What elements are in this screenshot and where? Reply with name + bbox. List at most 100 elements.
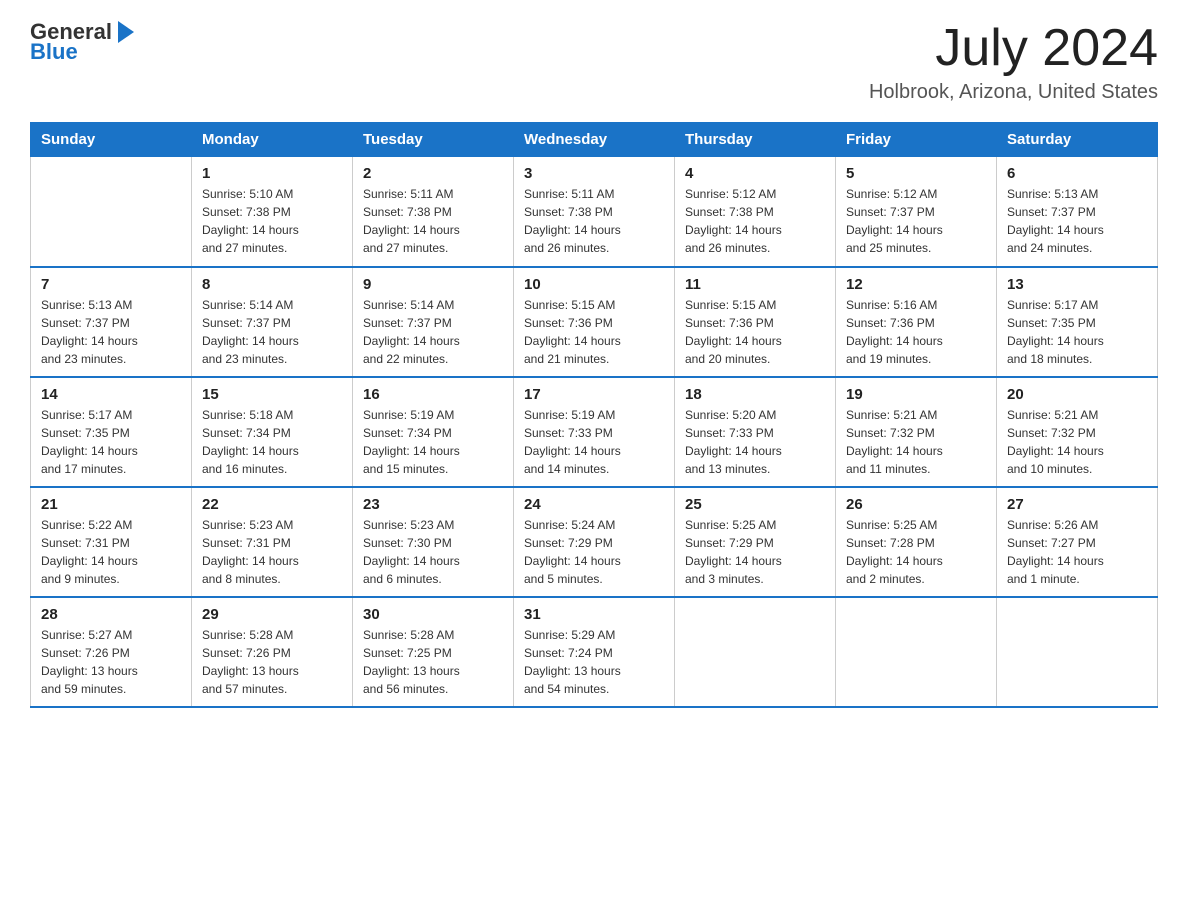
day-info: Sunrise: 5:21 AM Sunset: 7:32 PM Dayligh… <box>846 406 986 478</box>
day-info: Sunrise: 5:12 AM Sunset: 7:38 PM Dayligh… <box>685 185 825 257</box>
calendar-cell: 22Sunrise: 5:23 AM Sunset: 7:31 PM Dayli… <box>192 487 353 597</box>
calendar-cell: 12 Sunrise: 5:16 AM Sunset: 7:36 PM Dayli… <box>836 267 997 377</box>
calendar-cell: 9 Sunrise: 5:14 AM Sunset: 7:37 PM Daylig… <box>353 267 514 377</box>
day-info: Sunrise: 5:26 AM Sunset: 7:27 PM Dayligh… <box>1007 516 1147 588</box>
day-number: 29 <box>202 606 342 623</box>
calendar-cell: 23 Sunrise: 5:23 AM Sunset: 7:30 PM Dayli… <box>353 487 514 597</box>
calendar-cell: 2Sunrise: 5:11 AM Sunset: 7:38 PM Daylig… <box>353 157 514 267</box>
day-number: 12 <box>846 276 986 293</box>
calendar-cell: 17 Sunrise: 5:19 AM Sunset: 7:33 PM Dayli… <box>514 377 675 487</box>
day-number: 6 <box>1007 165 1147 182</box>
calendar-cell: 11Sunrise: 5:15 AM Sunset: 7:36 PM Dayli… <box>675 267 836 377</box>
day-number: 26 <box>846 496 986 513</box>
calendar-cell: 18 Sunrise: 5:20 AM Sunset: 7:33 PM Dayli… <box>675 377 836 487</box>
day-info: Sunrise: 5:11 AM Sunset: 7:38 PM Dayligh… <box>524 185 664 257</box>
day-number: 18 <box>685 386 825 403</box>
calendar-cell: 28 Sunrise: 5:27 AM Sunset: 7:26 PM Dayli… <box>31 597 192 707</box>
day-info: Sunrise: 5:19 AM Sunset: 7:33 PM Dayligh… <box>524 406 664 478</box>
day-number: 21 <box>41 496 181 513</box>
day-info: Sunrise: 5:15 AM Sunset: 7:36 PM Dayligh… <box>685 296 825 368</box>
header-sunday: Sunday <box>31 123 192 157</box>
day-info: Sunrise: 5:19 AM Sunset: 7:34 PM Dayligh… <box>363 406 503 478</box>
calendar-cell: 27 Sunrise: 5:26 AM Sunset: 7:27 PM Dayli… <box>997 487 1158 597</box>
calendar-cell: 6 Sunrise: 5:13 AM Sunset: 7:37 PM Daylig… <box>997 157 1158 267</box>
header-tuesday: Tuesday <box>353 123 514 157</box>
day-number: 4 <box>685 165 825 182</box>
calendar-cell: 25Sunrise: 5:25 AM Sunset: 7:29 PM Dayli… <box>675 487 836 597</box>
calendar-cell: 15Sunrise: 5:18 AM Sunset: 7:34 PM Dayli… <box>192 377 353 487</box>
day-info: Sunrise: 5:23 AM Sunset: 7:30 PM Dayligh… <box>363 516 503 588</box>
day-number: 13 <box>1007 276 1147 293</box>
day-number: 5 <box>846 165 986 182</box>
calendar-cell: 30 Sunrise: 5:28 AM Sunset: 7:25 PM Dayli… <box>353 597 514 707</box>
calendar-cell: 19 Sunrise: 5:21 AM Sunset: 7:32 PM Dayli… <box>836 377 997 487</box>
day-number: 23 <box>363 496 503 513</box>
calendar-week-row: 14 Sunrise: 5:17 AM Sunset: 7:35 PM Dayli… <box>31 377 1158 487</box>
day-info: Sunrise: 5:10 AM Sunset: 7:38 PM Dayligh… <box>202 185 342 257</box>
calendar-cell: 3 Sunrise: 5:11 AM Sunset: 7:38 PM Daylig… <box>514 157 675 267</box>
day-info: Sunrise: 5:20 AM Sunset: 7:33 PM Dayligh… <box>685 406 825 478</box>
calendar-cell: 13 Sunrise: 5:17 AM Sunset: 7:35 PM Dayli… <box>997 267 1158 377</box>
day-info: Sunrise: 5:25 AM Sunset: 7:28 PM Dayligh… <box>846 516 986 588</box>
day-number: 17 <box>524 386 664 403</box>
day-number: 30 <box>363 606 503 623</box>
calendar-week-row: 1Sunrise: 5:10 AM Sunset: 7:38 PM Daylig… <box>31 157 1158 267</box>
calendar-cell: 8 Sunrise: 5:14 AM Sunset: 7:37 PM Daylig… <box>192 267 353 377</box>
day-info: Sunrise: 5:14 AM Sunset: 7:37 PM Dayligh… <box>202 296 342 368</box>
day-info: Sunrise: 5:16 AM Sunset: 7:36 PM Dayligh… <box>846 296 986 368</box>
header-monday: Monday <box>192 123 353 157</box>
day-info: Sunrise: 5:22 AM Sunset: 7:31 PM Dayligh… <box>41 516 181 588</box>
day-number: 3 <box>524 165 664 182</box>
calendar-cell: 20Sunrise: 5:21 AM Sunset: 7:32 PM Dayli… <box>997 377 1158 487</box>
day-info: Sunrise: 5:17 AM Sunset: 7:35 PM Dayligh… <box>41 406 181 478</box>
calendar-cell <box>997 597 1158 707</box>
day-info: Sunrise: 5:28 AM Sunset: 7:25 PM Dayligh… <box>363 626 503 698</box>
calendar-cell <box>836 597 997 707</box>
day-number: 14 <box>41 386 181 403</box>
day-number: 27 <box>1007 496 1147 513</box>
calendar-cell: 21 Sunrise: 5:22 AM Sunset: 7:31 PM Dayli… <box>31 487 192 597</box>
day-number: 9 <box>363 276 503 293</box>
calendar-cell: 7 Sunrise: 5:13 AM Sunset: 7:37 PM Daylig… <box>31 267 192 377</box>
day-number: 15 <box>202 386 342 403</box>
day-info: Sunrise: 5:27 AM Sunset: 7:26 PM Dayligh… <box>41 626 181 698</box>
calendar-cell: 14 Sunrise: 5:17 AM Sunset: 7:35 PM Dayli… <box>31 377 192 487</box>
calendar-cell: 31Sunrise: 5:29 AM Sunset: 7:24 PM Dayli… <box>514 597 675 707</box>
calendar-week-row: 7 Sunrise: 5:13 AM Sunset: 7:37 PM Daylig… <box>31 267 1158 377</box>
day-info: Sunrise: 5:28 AM Sunset: 7:26 PM Dayligh… <box>202 626 342 698</box>
day-info: Sunrise: 5:29 AM Sunset: 7:24 PM Dayligh… <box>524 626 664 698</box>
calendar-table: SundayMondayTuesdayWednesdayThursdayFrid… <box>30 122 1158 708</box>
calendar-cell: 16 Sunrise: 5:19 AM Sunset: 7:34 PM Dayli… <box>353 377 514 487</box>
calendar-week-row: 28 Sunrise: 5:27 AM Sunset: 7:26 PM Dayli… <box>31 597 1158 707</box>
calendar-cell: 1Sunrise: 5:10 AM Sunset: 7:38 PM Daylig… <box>192 157 353 267</box>
day-info: Sunrise: 5:13 AM Sunset: 7:37 PM Dayligh… <box>1007 185 1147 257</box>
day-info: Sunrise: 5:13 AM Sunset: 7:37 PM Dayligh… <box>41 296 181 368</box>
day-number: 20 <box>1007 386 1147 403</box>
header-thursday: Thursday <box>675 123 836 157</box>
calendar-cell: 26 Sunrise: 5:25 AM Sunset: 7:28 PM Dayli… <box>836 487 997 597</box>
day-number: 22 <box>202 496 342 513</box>
header-friday: Friday <box>836 123 997 157</box>
day-info: Sunrise: 5:25 AM Sunset: 7:29 PM Dayligh… <box>685 516 825 588</box>
day-number: 10 <box>524 276 664 293</box>
day-number: 19 <box>846 386 986 403</box>
day-number: 24 <box>524 496 664 513</box>
day-info: Sunrise: 5:24 AM Sunset: 7:29 PM Dayligh… <box>524 516 664 588</box>
day-number: 7 <box>41 276 181 293</box>
header-wednesday: Wednesday <box>514 123 675 157</box>
day-info: Sunrise: 5:12 AM Sunset: 7:37 PM Dayligh… <box>846 185 986 257</box>
calendar-cell <box>675 597 836 707</box>
calendar-cell: 10 Sunrise: 5:15 AM Sunset: 7:36 PM Dayli… <box>514 267 675 377</box>
day-info: Sunrise: 5:17 AM Sunset: 7:35 PM Dayligh… <box>1007 296 1147 368</box>
title-block: July 2024 Holbrook, Arizona, United Stat… <box>869 20 1158 104</box>
day-number: 2 <box>363 165 503 182</box>
header-saturday: Saturday <box>997 123 1158 157</box>
logo-text-blue: Blue <box>30 40 78 64</box>
day-info: Sunrise: 5:14 AM Sunset: 7:37 PM Dayligh… <box>363 296 503 368</box>
day-number: 28 <box>41 606 181 623</box>
day-number: 16 <box>363 386 503 403</box>
day-number: 8 <box>202 276 342 293</box>
day-info: Sunrise: 5:15 AM Sunset: 7:36 PM Dayligh… <box>524 296 664 368</box>
page-title: July 2024 <box>869 20 1158 77</box>
calendar-cell: 5 Sunrise: 5:12 AM Sunset: 7:37 PM Daylig… <box>836 157 997 267</box>
